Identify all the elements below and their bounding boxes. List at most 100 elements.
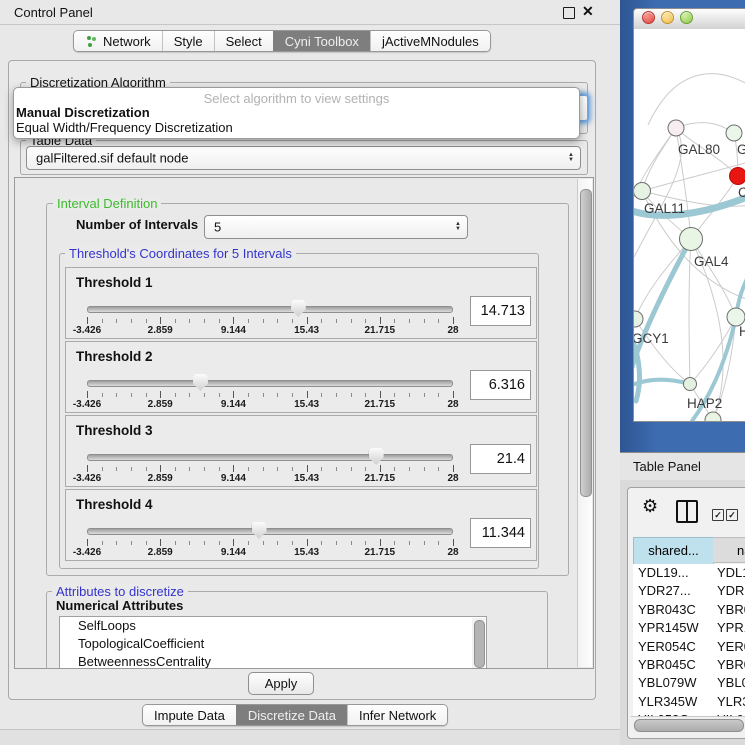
tab-label: Cyni Toolbox xyxy=(285,34,359,49)
table-row[interactable]: YBL079WYBL0 xyxy=(633,674,745,692)
slider-track[interactable] xyxy=(87,454,453,461)
float-window-icon[interactable] xyxy=(563,7,575,19)
network-node[interactable] xyxy=(680,228,703,251)
cell-shared-name[interactable]: YDL19... xyxy=(633,564,713,582)
combo-stepper-icon[interactable]: ▲▼ xyxy=(455,222,461,232)
slider-track[interactable] xyxy=(87,528,453,535)
slider-thumb[interactable] xyxy=(193,374,208,391)
tab-discretize-data[interactable]: Discretize Data xyxy=(236,705,347,725)
tab-label: Network xyxy=(103,34,151,49)
tab-select[interactable]: Select xyxy=(214,31,273,51)
tick-label: 28 xyxy=(447,399,458,410)
attribute-item[interactable]: TopologicalCoefficient xyxy=(60,635,486,653)
table-data-value: galFiltered.sif default node xyxy=(36,151,188,166)
algorithm-prompt-item: Select algorithm to view settings xyxy=(14,91,579,106)
cell-name[interactable]: YPR1 xyxy=(713,619,745,637)
threshold-slider[interactable]: -3.4262.8599.14415.4321.71528 xyxy=(87,378,453,408)
slider-thumb[interactable] xyxy=(291,300,306,317)
network-node[interactable] xyxy=(634,183,651,200)
scrollbar-thumb[interactable] xyxy=(580,189,592,497)
threshold-slider[interactable]: -3.4262.8599.14415.4321.71528 xyxy=(87,526,453,556)
threshold-value-field[interactable]: 11.344 xyxy=(470,518,531,548)
numerical-attributes-list[interactable]: SelfLoopsTopologicalCoefficientBetweenne… xyxy=(59,616,487,669)
control-panel-titlebar: Control Panel ✕ xyxy=(0,0,620,25)
cell-name[interactable]: YDL1 xyxy=(713,564,745,582)
cell-name[interactable]: YBL0 xyxy=(713,674,745,692)
number-of-intervals-combo[interactable]: 5 ▲▼ xyxy=(204,215,468,239)
tick-label: -3.426 xyxy=(73,325,101,336)
tab-impute-data[interactable]: Impute Data xyxy=(143,705,236,725)
tick-label: -3.426 xyxy=(73,547,101,558)
bottom-tab-bar: Impute DataDiscretize DataInfer Network xyxy=(142,704,448,726)
cell-shared-name[interactable]: YPR145W xyxy=(633,619,713,637)
network-node[interactable] xyxy=(684,378,697,391)
close-icon[interactable]: ✕ xyxy=(582,3,594,20)
cell-shared-name[interactable]: YBL079W xyxy=(633,674,713,692)
cell-name[interactable]: YER0 xyxy=(713,638,745,656)
apply-button[interactable]: Apply xyxy=(248,672,314,695)
table-horizontal-scrollbar[interactable] xyxy=(631,716,745,733)
cell-name[interactable]: YLR3 xyxy=(713,693,745,711)
app-root: Control Panel ✕ Network StyleSelect Cyni T… xyxy=(0,0,745,745)
table-row[interactable]: YDR27...YDR2 xyxy=(633,582,745,600)
network-node[interactable] xyxy=(668,120,684,136)
tab-infer-network[interactable]: Infer Network xyxy=(347,705,447,725)
network-node[interactable] xyxy=(730,168,745,185)
mac-minimize-button[interactable] xyxy=(661,11,674,24)
tab-jactivemnodules[interactable]: jActiveMNodules xyxy=(370,31,490,51)
table-row[interactable]: YPR145WYPR1 xyxy=(633,619,745,637)
threshold-value-field[interactable]: 14.713 xyxy=(470,296,531,326)
network-icon xyxy=(85,35,98,48)
tab-network[interactable]: Network xyxy=(74,31,162,51)
cell-shared-name[interactable]: YBR043C xyxy=(633,601,713,619)
threshold-slider[interactable]: -3.4262.8599.14415.4321.71528 xyxy=(87,304,453,334)
algorithm-option-equal-width[interactable]: Equal Width/Frequency Discretization xyxy=(16,120,233,135)
cell-shared-name[interactable]: YER054C xyxy=(633,638,713,656)
column-layout-icon[interactable] xyxy=(676,500,698,523)
table-row[interactable]: YBR043CYBR0 xyxy=(633,601,745,619)
column-header-shared-name[interactable]: shared... xyxy=(633,537,714,565)
threshold-slider[interactable]: -3.4262.8599.14415.4321.71528 xyxy=(87,452,453,482)
network-node[interactable] xyxy=(726,125,742,141)
numerical-attributes-label: Numerical Attributes xyxy=(56,598,183,613)
settings-vertical-scrollbar[interactable] xyxy=(577,179,592,667)
scrollbar-thumb[interactable] xyxy=(634,719,744,732)
checkbox-icon[interactable]: ✓ xyxy=(726,509,738,521)
checkbox-icon[interactable]: ✓ xyxy=(712,509,724,521)
node-table: ⚙ ✓ ✓ shared... na YDL19...YDL1YDR27...Y… xyxy=(627,487,745,739)
table-row[interactable]: YER054CYER0 xyxy=(633,638,745,656)
gear-icon[interactable]: ⚙ xyxy=(642,496,658,517)
mac-close-button[interactable] xyxy=(642,11,655,24)
cell-shared-name[interactable]: YDR27... xyxy=(633,582,713,600)
cell-shared-name[interactable]: YBR045C xyxy=(633,656,713,674)
table-row[interactable]: YDL19...YDL1 xyxy=(633,564,745,582)
slider-ticks xyxy=(87,391,453,399)
cell-name[interactable]: YBR0 xyxy=(713,656,745,674)
cell-name[interactable]: YBR0 xyxy=(713,601,745,619)
attribute-item[interactable]: BetweennessCentrality xyxy=(60,653,486,669)
network-canvas[interactable]: GAL80GCGAL11GAL4GCY1HHAP2 xyxy=(634,29,745,421)
column-header-name[interactable]: na xyxy=(713,537,745,563)
table-data-combo[interactable]: galFiltered.sif default node ▲▼ xyxy=(26,146,581,170)
attributes-list-scrollbar[interactable] xyxy=(472,618,485,669)
slider-thumb[interactable] xyxy=(369,448,384,465)
tab-style[interactable]: Style xyxy=(162,31,214,51)
table-row[interactable]: YLR345WYLR3 xyxy=(633,693,745,711)
cell-name[interactable]: YDR2 xyxy=(713,582,745,600)
slider-thumb[interactable] xyxy=(252,522,267,539)
slider-track[interactable] xyxy=(87,380,453,387)
network-node[interactable] xyxy=(634,311,643,327)
tab-cyni-toolbox[interactable]: Cyni Toolbox xyxy=(273,31,370,51)
network-view-window: GAL80GCGAL11GAL4GCY1HHAP2 xyxy=(633,8,745,422)
node-label: GCY1 xyxy=(634,331,669,346)
table-row[interactable]: YBR045CYBR0 xyxy=(633,656,745,674)
cell-shared-name[interactable]: YLR345W xyxy=(633,693,713,711)
algorithm-option-manual[interactable]: Manual Discretization xyxy=(16,105,150,120)
attribute-item[interactable]: SelfLoops xyxy=(60,617,486,635)
threshold-value-field[interactable]: 6.316 xyxy=(470,370,531,400)
slider-track[interactable] xyxy=(87,306,453,313)
combo-stepper-icon[interactable]: ▲▼ xyxy=(568,153,574,163)
mac-zoom-button[interactable] xyxy=(680,11,693,24)
threshold-value-field[interactable]: 21.4 xyxy=(470,444,531,474)
network-node[interactable] xyxy=(705,412,721,421)
